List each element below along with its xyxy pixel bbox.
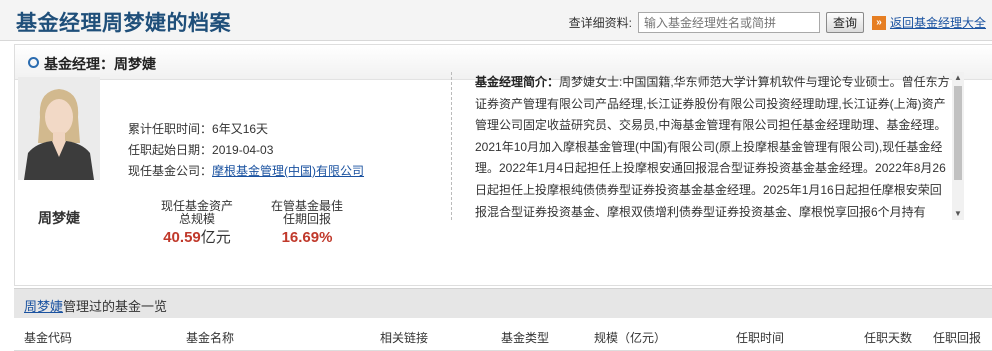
- fund-list-title-suffix: 管理过的基金一览: [63, 299, 168, 314]
- vertical-divider: [451, 72, 452, 220]
- tenure-value: 6年又16天: [212, 122, 269, 136]
- aum-stat: 现任基金资产 总规模 40.59亿元: [152, 199, 242, 246]
- company-row: 现任基金公司：摩根基金管理(中国)有限公司: [128, 162, 364, 179]
- best-return-value: 16.69%: [281, 229, 333, 246]
- search-label: 查详细资料:: [568, 16, 632, 30]
- start-date-value: 2019-04-03: [212, 143, 274, 157]
- column-tenure-days: 任职天数: [864, 331, 913, 345]
- back-to-managers-link[interactable]: 返回基金经理大全: [890, 14, 986, 31]
- manager-intro: 基金经理简介：周梦婕女士:中国国籍,华东师范大学计算机软件与理论专业硕士。曾任东…: [475, 72, 951, 222]
- top-bar: 基金经理周梦婕的档案 查详细资料: 查询 » 返回基金经理大全: [0, 0, 992, 41]
- column-fund-name: 基金名称: [186, 331, 235, 345]
- aum-label-line2: 总规模: [178, 212, 215, 226]
- scroll-up-arrow-icon[interactable]: ▲: [952, 72, 964, 84]
- intro-scrollbar[interactable]: ▲ ▼: [952, 72, 964, 220]
- avatar-name: 周梦婕: [38, 210, 80, 226]
- double-chevron-right-icon[interactable]: »: [871, 15, 886, 30]
- aum-unit: 亿元: [200, 229, 231, 246]
- tenure-label: 累计任职时间：: [128, 122, 213, 136]
- manager-heading: 基金经理：周梦婕: [44, 56, 156, 72]
- column-related-links: 相关链接: [380, 331, 429, 345]
- scroll-thumb[interactable]: [954, 86, 962, 180]
- best-return-stat: 在管基金最佳 任期回报 16.69%: [262, 199, 352, 246]
- manager-avatar: [18, 77, 100, 180]
- search-input[interactable]: [637, 12, 820, 33]
- company-link[interactable]: 摩根基金管理(中国)有限公司: [212, 164, 364, 178]
- circle-bullet-icon: [28, 57, 39, 68]
- column-tenure-return: 任职回报: [933, 331, 982, 345]
- manager-name-link[interactable]: 周梦婕: [24, 299, 63, 314]
- start-date-label: 任职起始日期：: [128, 143, 213, 157]
- scroll-down-arrow-icon[interactable]: ▼: [952, 208, 964, 220]
- search-area: 查详细资料: 查询 » 返回基金经理大全: [569, 12, 986, 33]
- fund-table-header: 基金代码 基金名称 相关链接 基金类型 规模（亿元） 任职时间 任职天数 任职回…: [14, 318, 992, 351]
- fund-list-header: 周梦婕管理过的基金一览: [14, 288, 992, 318]
- page-title: 基金经理周梦婕的档案: [16, 12, 231, 35]
- column-fund-type: 基金类型: [501, 331, 550, 345]
- column-tenure-period: 任职时间: [736, 331, 785, 345]
- column-fund-size: 规模（亿元）: [594, 331, 667, 345]
- best-return-label-line1: 在管基金最佳: [270, 199, 343, 213]
- search-button[interactable]: 查询: [825, 12, 864, 33]
- start-date-row: 任职起始日期：2019-04-03: [128, 141, 273, 158]
- tenure-row: 累计任职时间：6年又16天: [128, 120, 268, 137]
- fund-list-title: 周梦婕管理过的基金一览: [24, 296, 167, 315]
- aum-label-line1: 现任基金资产: [160, 199, 233, 213]
- intro-label: 基金经理简介：: [475, 75, 560, 89]
- company-label: 现任基金公司：: [128, 164, 213, 178]
- aum-value: 40.59: [163, 229, 201, 246]
- best-return-label-line2: 任期回报: [282, 212, 331, 226]
- column-fund-code: 基金代码: [24, 331, 73, 345]
- intro-text: 周梦婕女士:中国国籍,华东师范大学计算机软件与理论专业硕士。曾任东方证券资产管理…: [475, 75, 950, 219]
